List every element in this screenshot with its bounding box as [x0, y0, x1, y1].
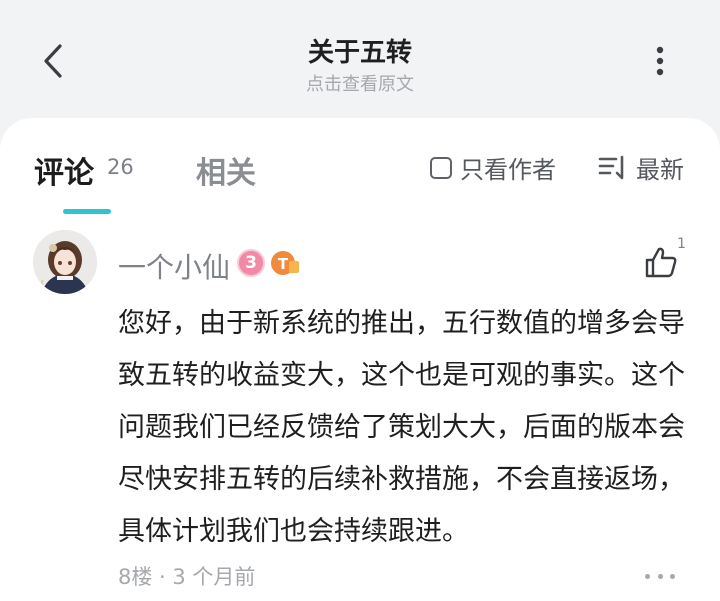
sort-label: 最新: [636, 156, 684, 184]
comments-panel: 评论 26 相关 只看作者 最新 一个小仙 3 T 1 您好，由于新系统的推出，…: [0, 118, 720, 601]
author-only-toggle[interactable]: 只看作者: [430, 150, 556, 185]
svg-text:T: T: [278, 255, 289, 273]
checkbox-icon[interactable]: [430, 156, 452, 179]
avatar-image: [33, 230, 97, 294]
ellipsis-icon: [645, 573, 650, 579]
more-options-button[interactable]: [640, 38, 680, 84]
page-title: 关于五转: [307, 38, 412, 68]
sort-button[interactable]: 最新: [598, 150, 684, 185]
comment-more-button[interactable]: [645, 566, 675, 586]
comment-text: 您好，由于新系统的推出，五行数值的增多会导致五转的收益变大，这个也是可观的事实。…: [118, 308, 685, 547]
like-count: 1: [677, 236, 686, 252]
comment-username[interactable]: 一个小仙: [118, 246, 230, 286]
title-badge-icon: T: [270, 249, 300, 277]
sort-icon: [598, 155, 624, 179]
top-bar: 关于五转 点击查看原文: [0, 0, 720, 120]
thumbs-up-icon: [645, 247, 677, 278]
tab-related[interactable]: 相关: [196, 148, 256, 192]
like-button[interactable]: [644, 246, 678, 278]
active-tab-indicator: [63, 209, 111, 214]
view-original-link[interactable]: 点击查看原文: [0, 70, 720, 96]
level-badge: 3: [237, 249, 265, 277]
comments-count: 26: [107, 155, 134, 179]
ellipsis-dot: [657, 573, 663, 579]
tab-comments[interactable]: 评论: [34, 148, 94, 192]
comment-meta: 8楼 · 3 个月前: [118, 565, 256, 589]
ellipsis-dot: [670, 573, 675, 579]
author-only-label: 只看作者: [460, 156, 556, 184]
avatar[interactable]: [33, 230, 97, 294]
vertical-ellipsis-icon: [656, 46, 664, 76]
